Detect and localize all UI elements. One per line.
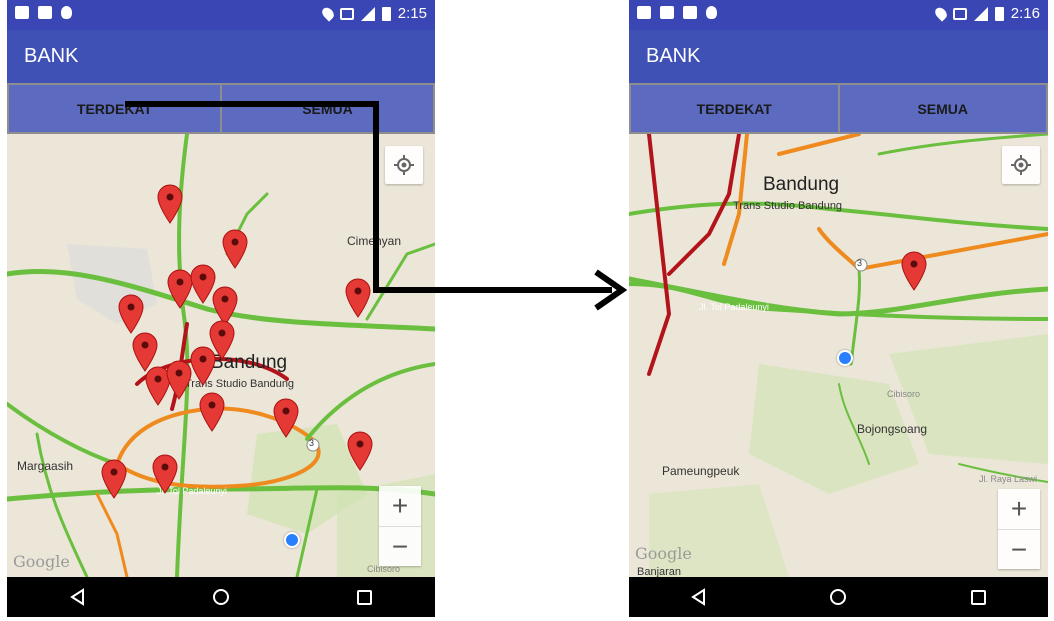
map-label-town2: Margaasih (17, 459, 74, 473)
phone-screen-right: 2:16 BANK TERDEKAT SEMUA Bandung Trans S… (629, 0, 1048, 617)
bank-marker-icon[interactable] (166, 360, 192, 400)
zoom-out-button[interactable]: − (998, 530, 1040, 570)
map-label-grey: Cibisoro (887, 389, 921, 399)
tab-semua[interactable]: SEMUA (222, 85, 433, 132)
bank-marker-icon[interactable] (347, 431, 373, 471)
google-logo: Google (635, 544, 692, 563)
status-time: 2:16 (1010, 5, 1040, 22)
signal-icon (973, 6, 988, 21)
map-view[interactable]: Bandung Trans Studio Bandung Bojongsoang… (629, 134, 1048, 577)
chat-icon (15, 6, 29, 19)
map-label-town1: Cimenyan (347, 234, 402, 248)
chat-icon (637, 6, 651, 19)
app-title: BANK (24, 45, 79, 67)
tab-terdekat[interactable]: TERDEKAT (631, 85, 838, 132)
app-bar: BANK (629, 30, 1048, 83)
recents-icon[interactable] (958, 577, 998, 617)
bank-marker-icon[interactable] (157, 184, 183, 224)
status-bar: 2:16 (629, 0, 1048, 30)
bank-marker-icon[interactable] (222, 229, 248, 269)
recents-icon[interactable] (344, 577, 384, 617)
bank-marker-icon[interactable] (345, 278, 371, 318)
my-location-dot (837, 350, 853, 366)
battery-icon (994, 6, 1004, 21)
map-label-town3: Banjaran (637, 566, 682, 577)
app-title: BANK (646, 45, 701, 67)
bank-marker-icon[interactable] (152, 454, 178, 494)
map-label-town1: Bojongsoang (857, 422, 928, 436)
map-label-road2: Jl. Raya Laswi (979, 474, 1038, 484)
map-label-town2: Pameungpeuk (662, 464, 740, 478)
bank-marker-icon[interactable] (199, 392, 225, 432)
map-label-exit: 3 (857, 258, 863, 268)
bank-marker-icon[interactable] (101, 459, 127, 499)
zoom-out-button[interactable]: − (379, 527, 421, 567)
zoom-in-button[interactable]: + (998, 489, 1040, 530)
status-bar: 2:15 (7, 0, 435, 30)
signal-icon (360, 6, 375, 21)
google-logo: Google (13, 552, 70, 571)
bank-marker-icon[interactable] (273, 398, 299, 438)
vibrate-icon (339, 7, 354, 20)
my-location-button[interactable] (385, 146, 423, 184)
tab-semua[interactable]: SEMUA (839, 85, 1046, 132)
bank-marker-icon[interactable] (190, 346, 216, 386)
home-icon[interactable] (201, 577, 241, 617)
vibrate-icon (952, 7, 967, 20)
my-location-button[interactable] (1002, 146, 1040, 184)
android-icon (61, 6, 72, 19)
tab-bar: TERDEKAT SEMUA (629, 83, 1048, 134)
map-label-road: Jl. Tol Padaleunyi (699, 302, 769, 312)
back-icon[interactable] (679, 577, 719, 617)
tab-bar: TERDEKAT SEMUA (7, 83, 435, 134)
map-label-exit: 3 (309, 438, 315, 448)
crosshair-icon (1011, 155, 1031, 175)
back-icon[interactable] (58, 577, 98, 617)
map-label-poi: Trans Studio Bandung (733, 200, 843, 212)
image-icon (660, 6, 674, 19)
android-icon (706, 6, 717, 19)
nav-bar (7, 577, 435, 617)
my-location-dot (284, 532, 300, 548)
app-bar: BANK (7, 30, 435, 83)
status-time: 2:15 (397, 5, 427, 22)
image-icon (683, 6, 697, 19)
map-label-city: Bandung (763, 174, 840, 195)
zoom-in-button[interactable]: + (379, 486, 421, 527)
zoom-control: + − (998, 489, 1040, 569)
map-view[interactable]: Bandung Trans Studio Bandung Cimenyan Ma… (7, 134, 435, 577)
crosshair-icon (394, 155, 414, 175)
nav-bar (629, 577, 1048, 617)
home-icon[interactable] (818, 577, 858, 617)
bank-marker-icon[interactable] (901, 251, 927, 291)
image-icon (38, 6, 52, 19)
bank-marker-icon[interactable] (118, 294, 144, 334)
location-icon (932, 5, 949, 22)
location-icon (319, 5, 336, 22)
zoom-control: + − (379, 486, 421, 566)
tab-terdekat[interactable]: TERDEKAT (9, 85, 220, 132)
phone-screen-left: 2:15 BANK TERDEKAT SEMUA Bandung Trans S… (7, 0, 435, 617)
battery-icon (381, 6, 391, 21)
